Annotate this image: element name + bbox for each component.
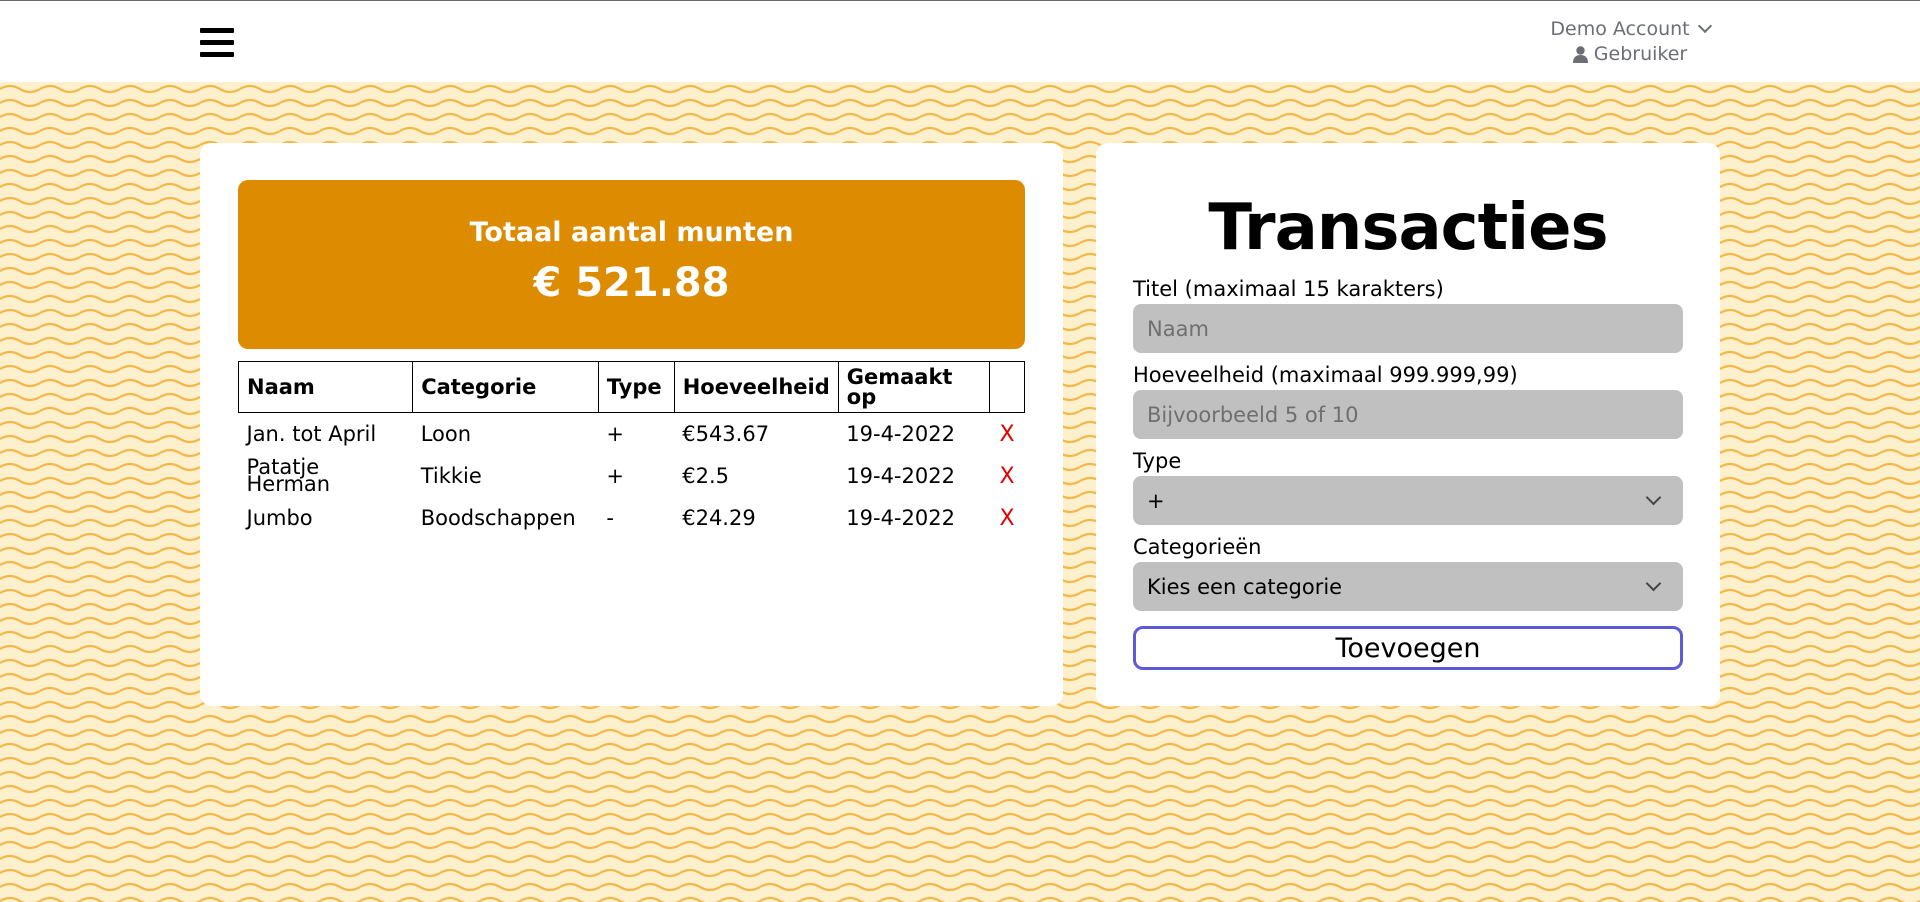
col-actions <box>989 361 1025 413</box>
table-row: Patatje Herman Tikkie + €2.5 19-4-2022 X <box>239 455 1025 497</box>
cell-type: + <box>606 421 624 446</box>
categorie-value: Kies een categorie <box>1147 574 1343 599</box>
cell-naam: Jumbo <box>246 505 313 530</box>
cell-categorie: Loon <box>420 421 472 446</box>
delete-button[interactable]: X <box>990 497 1025 539</box>
col-type: Type <box>597 361 675 413</box>
titel-input[interactable]: Naam <box>1133 304 1683 353</box>
transactions-table: Naam Categorie Type Hoeveelheid Gemaakt … <box>237 361 1025 539</box>
cell-datum: 19-4-2022 <box>846 463 955 488</box>
titel-placeholder: Naam <box>1147 316 1209 341</box>
form-title: Transacties <box>1208 191 1608 265</box>
type-value: + <box>1147 488 1165 513</box>
balance-card: Totaal aantal munten € 521.88 Naam Categ… <box>200 143 1063 706</box>
table-row: Jumbo Boodschappen - €24.29 19-4-2022 X <box>239 497 1025 539</box>
cell-categorie: Boodschappen <box>420 505 576 530</box>
delete-button[interactable]: X <box>990 413 1025 456</box>
cell-datum: 19-4-2022 <box>846 421 955 446</box>
chevron-down-icon <box>1697 18 1712 33</box>
hoeveelheid-placeholder: Bijvoorbeeld 5 of 10 <box>1147 402 1359 427</box>
balance-value: € 521.88 <box>533 260 730 306</box>
user-link[interactable]: Gebruiker <box>1540 42 1720 67</box>
cell-type: + <box>606 463 624 488</box>
cell-hoeveelheid: €2.5 <box>682 463 729 488</box>
cell-datum: 19-4-2022 <box>846 505 955 530</box>
type-select[interactable]: + <box>1133 476 1683 525</box>
navbar: Demo Account Gebruiker <box>0 1 1920 82</box>
categorie-label: Categorieën <box>1133 535 1262 559</box>
add-transaction-button[interactable]: Toevoegen <box>1133 626 1683 670</box>
col-gemaakt-op: Gemaakt op <box>837 361 991 413</box>
cell-naam: Patatje Herman <box>246 455 331 496</box>
type-label: Type <box>1133 449 1182 473</box>
account-dropdown[interactable]: Demo Account <box>1540 17 1720 42</box>
col-categorie: Categorie <box>412 361 599 413</box>
titel-label: Titel (maximaal 15 karakters) <box>1133 277 1444 301</box>
cell-hoeveelheid: €543.67 <box>682 421 770 446</box>
hoeveelheid-input[interactable]: Bijvoorbeeld 5 of 10 <box>1133 390 1683 439</box>
cell-type: - <box>606 505 614 530</box>
chevron-down-icon <box>1645 575 1662 592</box>
balance-box: Totaal aantal munten € 521.88 <box>238 180 1025 349</box>
balance-label: Totaal aantal munten <box>469 217 794 248</box>
table-row: Jan. tot April Loon + €543.67 19-4-2022 … <box>239 413 1025 456</box>
col-naam: Naam <box>237 361 414 413</box>
user-icon <box>1572 46 1588 63</box>
chevron-down-icon <box>1645 489 1662 506</box>
categorie-select[interactable]: Kies een categorie <box>1133 562 1683 611</box>
table-header-row: Naam Categorie Type Hoeveelheid Gemaakt … <box>237 361 1025 413</box>
cell-hoeveelheid: €24.29 <box>682 505 756 530</box>
user-label: Gebruiker <box>1593 43 1688 65</box>
transaction-form-card: Transacties Titel (maximaal 15 karakters… <box>1096 143 1720 706</box>
hoeveelheid-label: Hoeveelheid (maximaal 999.999,99) <box>1133 363 1518 387</box>
menu-icon[interactable] <box>200 28 234 58</box>
account-name: Demo Account <box>1550 18 1690 40</box>
account-menu[interactable]: Demo Account Gebruiker <box>1540 17 1720 67</box>
delete-button[interactable]: X <box>990 455 1025 497</box>
cell-categorie: Tikkie <box>420 463 482 488</box>
cell-naam: Jan. tot April <box>246 421 377 446</box>
col-hoeveelheid: Hoeveelheid <box>673 361 839 413</box>
